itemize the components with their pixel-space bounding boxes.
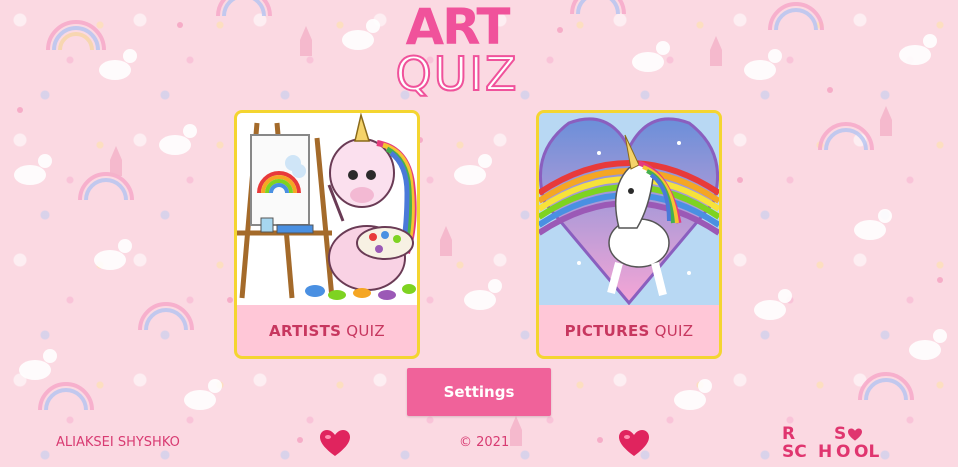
heart-icon xyxy=(320,430,350,456)
heart-icon xyxy=(619,430,649,456)
logo-quiz-text: QUIZ xyxy=(395,46,519,102)
rs-logo-letters-ol: OL xyxy=(854,442,880,462)
pictures-quiz-card[interactable]: PICTURES QUIZ xyxy=(536,110,722,359)
rs-logo-letter-h: H xyxy=(818,442,833,462)
artists-quiz-label: ARTISTS QUIZ xyxy=(237,309,417,353)
rs-logo-letter-o: O xyxy=(836,442,851,462)
copyright-text: © 2021 xyxy=(459,435,510,450)
pictures-quiz-image xyxy=(539,113,719,305)
rs-logo-letter-s: S xyxy=(834,424,847,444)
pictures-quiz-label-strong: PICTURES xyxy=(564,322,650,340)
artists-quiz-label-strong: ARTISTS xyxy=(269,322,342,340)
rs-school-logo[interactable]: R S SC H O OL xyxy=(780,426,884,466)
author-link[interactable]: ALIAKSEI SHYSHKO xyxy=(56,435,180,450)
artists-quiz-label-rest: QUIZ xyxy=(346,322,385,340)
settings-button[interactable]: Settings xyxy=(407,368,551,416)
rs-logo-heart-icon xyxy=(848,428,862,441)
pictures-quiz-label: PICTURES QUIZ xyxy=(539,309,719,353)
rs-logo-letter-r: R xyxy=(782,424,796,444)
app-logo: ART QUIZ xyxy=(382,0,532,102)
pictures-quiz-label-rest: QUIZ xyxy=(654,322,694,340)
rs-logo-letters-sc: SC xyxy=(782,442,807,462)
artists-quiz-image xyxy=(237,113,417,305)
artists-quiz-card[interactable]: ARTISTS QUIZ xyxy=(234,110,420,359)
